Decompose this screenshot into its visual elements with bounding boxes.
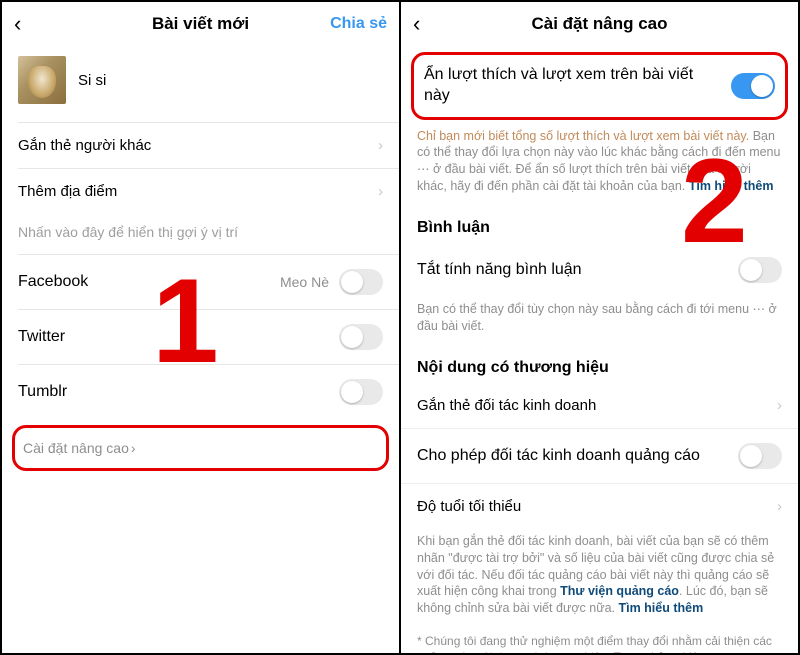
- advanced-settings-label: Cài đặt nâng cao: [23, 440, 129, 456]
- experiment-footnote: * Chúng tôi đang thử nghiệm một điểm tha…: [401, 627, 798, 653]
- allow-partner-ads-row: Cho phép đối tác kinh doanh quảng cáo: [401, 429, 798, 483]
- share-button[interactable]: Chia sẻ: [330, 15, 387, 33]
- chevron-right-icon: ›: [378, 137, 383, 154]
- facebook-toggle[interactable]: [339, 269, 383, 295]
- hide-likes-toggle[interactable]: [731, 73, 775, 99]
- share-facebook-row: Facebook Meo Nè: [2, 255, 399, 309]
- learn-more-link[interactable]: Tìm hiểu thêm: [689, 179, 774, 193]
- turn-off-comments-desc: Bạn có thể thay đổi tùy chọn này sau bằn…: [401, 297, 798, 345]
- add-location-row[interactable]: Thêm địa điểm ›: [2, 169, 399, 214]
- minimum-age-label: Độ tuổi tối thiểu: [417, 498, 521, 515]
- hide-likes-description: Chỉ bạn mới biết tổng số lượt thích và l…: [401, 124, 798, 206]
- allow-partner-ads-label: Cho phép đối tác kinh doanh quảng cáo: [417, 447, 700, 465]
- user-row: Si si: [2, 46, 399, 122]
- tumblr-label: Tumblr: [18, 383, 67, 401]
- location-hint[interactable]: Nhấn vào đây để hiển thị gợi ý vị trí: [2, 214, 399, 254]
- minimum-age-row[interactable]: Độ tuổi tối thiểu ›: [401, 484, 798, 529]
- hide-likes-desc-lead: Chỉ bạn mới biết tổng số lượt thích và l…: [417, 129, 749, 143]
- add-location-label: Thêm địa điểm: [18, 183, 117, 200]
- new-post-screen: ‹ Bài viết mới Chia sẻ Si si Gắn thẻ ngư…: [2, 2, 401, 653]
- facebook-account: Meo Nè: [280, 274, 329, 290]
- turn-off-comments-row: Tắt tính năng bình luận: [401, 243, 798, 297]
- hide-likes-label: Ẩn lượt thích và lượt xem trên bài viết …: [424, 65, 721, 107]
- tag-people-label: Gắn thẻ người khác: [18, 137, 151, 154]
- avatar: [18, 56, 66, 104]
- tag-business-partner-row[interactable]: Gắn thẻ đối tác kinh doanh ›: [401, 383, 798, 428]
- tumblr-toggle[interactable]: [339, 379, 383, 405]
- comments-section-title: Bình luận: [401, 205, 798, 243]
- username: Si si: [78, 72, 106, 89]
- turn-off-comments-label: Tắt tính năng bình luận: [417, 261, 582, 279]
- hide-likes-highlight: Ẩn lượt thích và lượt xem trên bài viết …: [411, 52, 788, 120]
- twitter-toggle[interactable]: [339, 324, 383, 350]
- header: ‹ Cài đặt nâng cao: [401, 2, 798, 46]
- turn-off-comments-toggle[interactable]: [738, 257, 782, 283]
- advanced-settings-link[interactable]: Cài đặt nâng cao ›: [23, 440, 378, 456]
- chevron-right-icon: ›: [378, 183, 383, 200]
- advanced-settings-highlight: Cài đặt nâng cao ›: [12, 425, 389, 471]
- share-tumblr-row: Tumblr: [2, 365, 399, 419]
- chevron-right-icon: ›: [777, 498, 782, 515]
- page-title: Cài đặt nâng cao: [401, 14, 798, 34]
- chevron-right-icon: ›: [777, 397, 782, 414]
- tag-people-row[interactable]: Gắn thẻ người khác ›: [2, 123, 399, 168]
- advanced-settings-screen: ‹ Cài đặt nâng cao Ẩn lượt thích và lượt…: [401, 2, 798, 653]
- back-button[interactable]: ‹: [14, 11, 21, 37]
- tag-business-partner-label: Gắn thẻ đối tác kinh doanh: [417, 397, 596, 414]
- branded-content-description: Khi bạn gắn thẻ đối tác kinh doanh, bài …: [401, 529, 798, 627]
- twitter-label: Twitter: [18, 328, 65, 346]
- learn-more-link-2[interactable]: Tìm hiểu thêm: [618, 601, 703, 615]
- header: ‹ Bài viết mới Chia sẻ: [2, 2, 399, 46]
- branded-content-section-title: Nội dung có thương hiệu: [401, 345, 798, 383]
- facebook-label: Facebook: [18, 273, 88, 291]
- chevron-right-icon: ›: [131, 440, 136, 456]
- share-twitter-row: Twitter: [2, 310, 399, 364]
- ad-library-link[interactable]: Thư viện quảng cáo: [560, 584, 679, 598]
- allow-partner-ads-toggle[interactable]: [738, 443, 782, 469]
- back-button[interactable]: ‹: [413, 11, 420, 37]
